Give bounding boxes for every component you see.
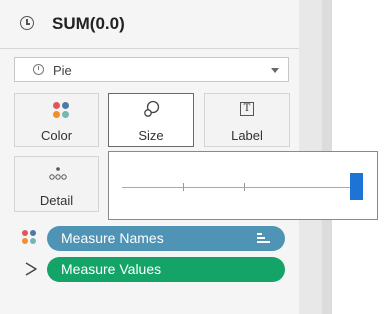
measure-names-pill[interactable]: Measure Names [47,226,285,251]
mark-type-value: Pie [53,63,72,78]
pie-icon [33,64,44,75]
measure-values-pill[interactable]: Measure Values [47,257,285,282]
color-button-label: Color [40,128,73,143]
size-button-label: Size [138,128,164,143]
text-label-icon: T [240,102,254,116]
size-button[interactable]: Size [108,93,194,147]
size-slider-popup [108,151,378,220]
sort-icon[interactable] [257,232,271,245]
measure-values-label: Measure Values [61,261,162,277]
angle-icon [25,262,37,276]
marks-card-header: SUM(0.0) [0,0,299,49]
mark-type-dropdown[interactable]: Pie [14,57,289,82]
detail-button[interactable]: Detail [14,156,99,212]
label-button-label: Label [231,128,263,143]
clock-icon [20,16,34,30]
detail-button-label: Detail [39,193,74,208]
color-dots-icon [22,230,38,246]
size-slider-tick [244,183,245,191]
detail-dots-icon [49,167,67,180]
dropdown-arrow-icon[interactable] [271,68,279,73]
size-slider-handle[interactable] [350,173,363,200]
measure-names-label: Measure Names [61,230,164,246]
color-button[interactable]: Color [14,93,99,147]
size-slider-tick [183,183,184,191]
marks-card-title: SUM(0.0) [52,14,125,33]
size-icon [144,100,160,117]
color-dots-icon [53,102,71,120]
size-slider-track[interactable] [122,187,352,188]
label-button[interactable]: T Label [204,93,290,147]
